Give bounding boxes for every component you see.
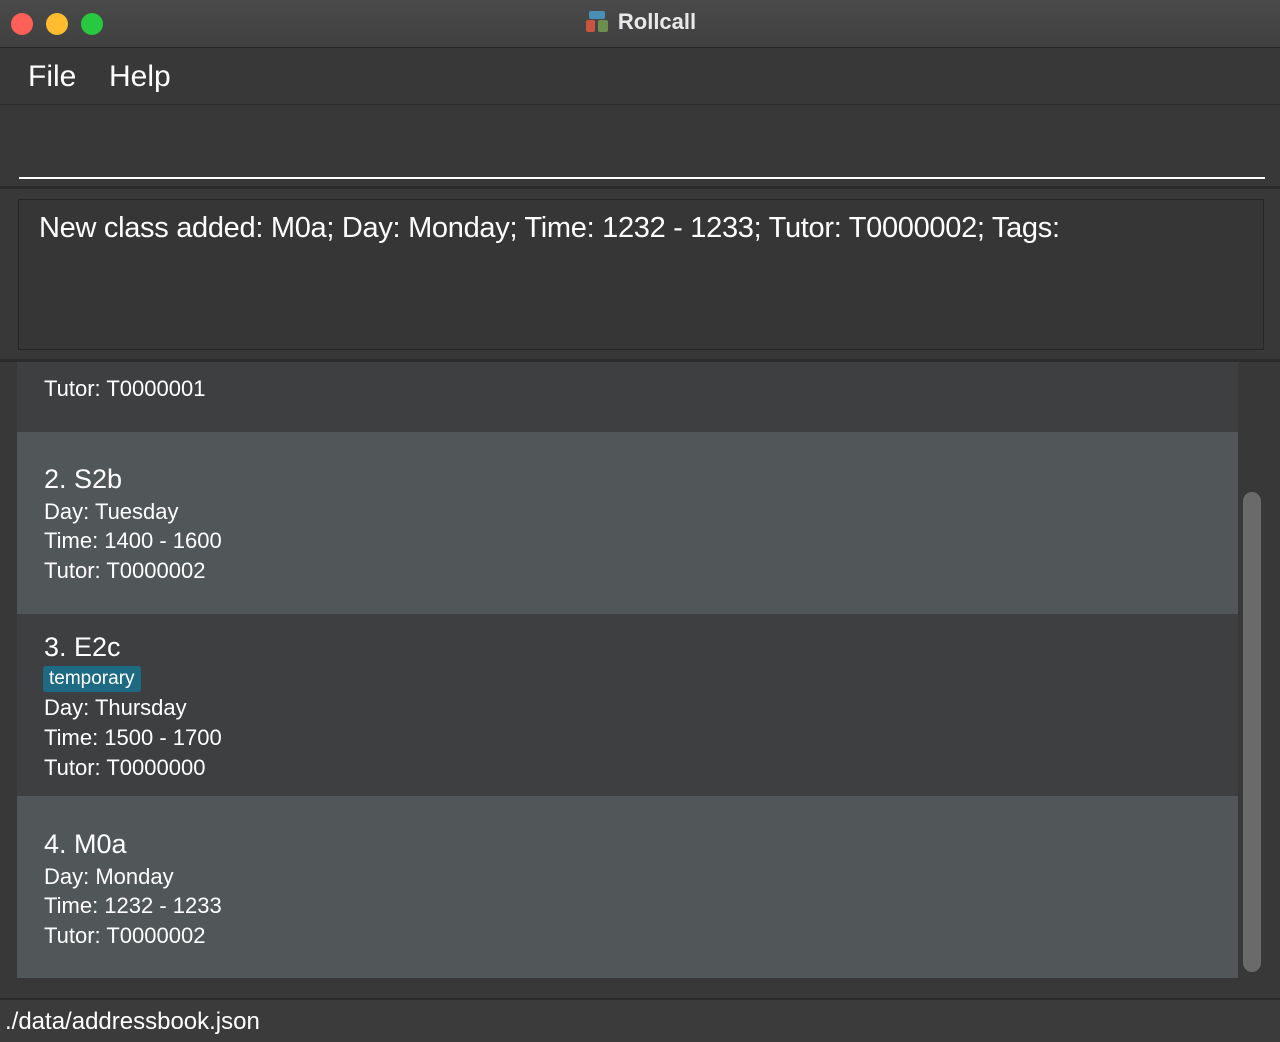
class-tutor: Tutor: T0000001	[44, 376, 206, 401]
class-tutor: Tutor: T0000000	[44, 755, 206, 780]
class-day: Day: Thursday	[44, 695, 187, 720]
app-icon	[584, 9, 610, 35]
window-title: Rollcall	[617, 9, 697, 34]
save-location-path: ./data/addressbook.json	[5, 1008, 260, 1035]
class-day: Day: Tuesday	[44, 499, 179, 524]
menu-help[interactable]: Help	[109, 60, 171, 94]
menu-bar: File Help	[0, 48, 1280, 105]
title-bar: Rollcall	[0, 0, 1280, 48]
class-card-2[interactable]: 2. S2b Day: Tuesday Time: 1400 - 1600 Tu…	[17, 432, 1238, 614]
class-time: Time: 1500 - 1700	[44, 725, 222, 750]
status-bar: ./data/addressbook.json	[0, 998, 1280, 1042]
class-card-3[interactable]: 3. E2c temporary Day: Thursday Time: 150…	[17, 614, 1238, 796]
class-name: 4. M0a	[44, 829, 127, 859]
title-wrap: Rollcall	[0, 8, 1280, 36]
class-card-4[interactable]: 4. M0a Day: Monday Time: 1232 - 1233 Tut…	[17, 796, 1238, 978]
tag-badge: temporary	[43, 666, 141, 692]
menu-file[interactable]: File	[28, 60, 76, 94]
class-time: Time: 1400 - 1600	[44, 528, 222, 553]
result-message: New class added: M0a; Day: Monday; Time:…	[39, 212, 1060, 244]
command-input[interactable]	[19, 109, 1265, 179]
class-time: Time: 1232 - 1233	[44, 893, 222, 918]
class-day: Day: Monday	[44, 864, 174, 889]
class-name: 3. E2c	[44, 632, 121, 662]
class-tutor: Tutor: T0000002	[44, 558, 206, 583]
scrollbar-thumb[interactable]	[1243, 492, 1261, 972]
class-tutor: Tutor: T0000002	[44, 923, 206, 948]
command-box	[0, 105, 1280, 185]
result-display: New class added: M0a; Day: Monday; Time:…	[18, 199, 1264, 350]
class-list[interactable]: Tutor: T0000001 2. S2b Day: Tuesday Time…	[0, 362, 1280, 998]
class-card-1[interactable]: Tutor: T0000001	[17, 362, 1238, 432]
class-name: 2. S2b	[44, 464, 123, 494]
result-area: New class added: M0a; Day: Monday; Time:…	[0, 189, 1280, 359]
